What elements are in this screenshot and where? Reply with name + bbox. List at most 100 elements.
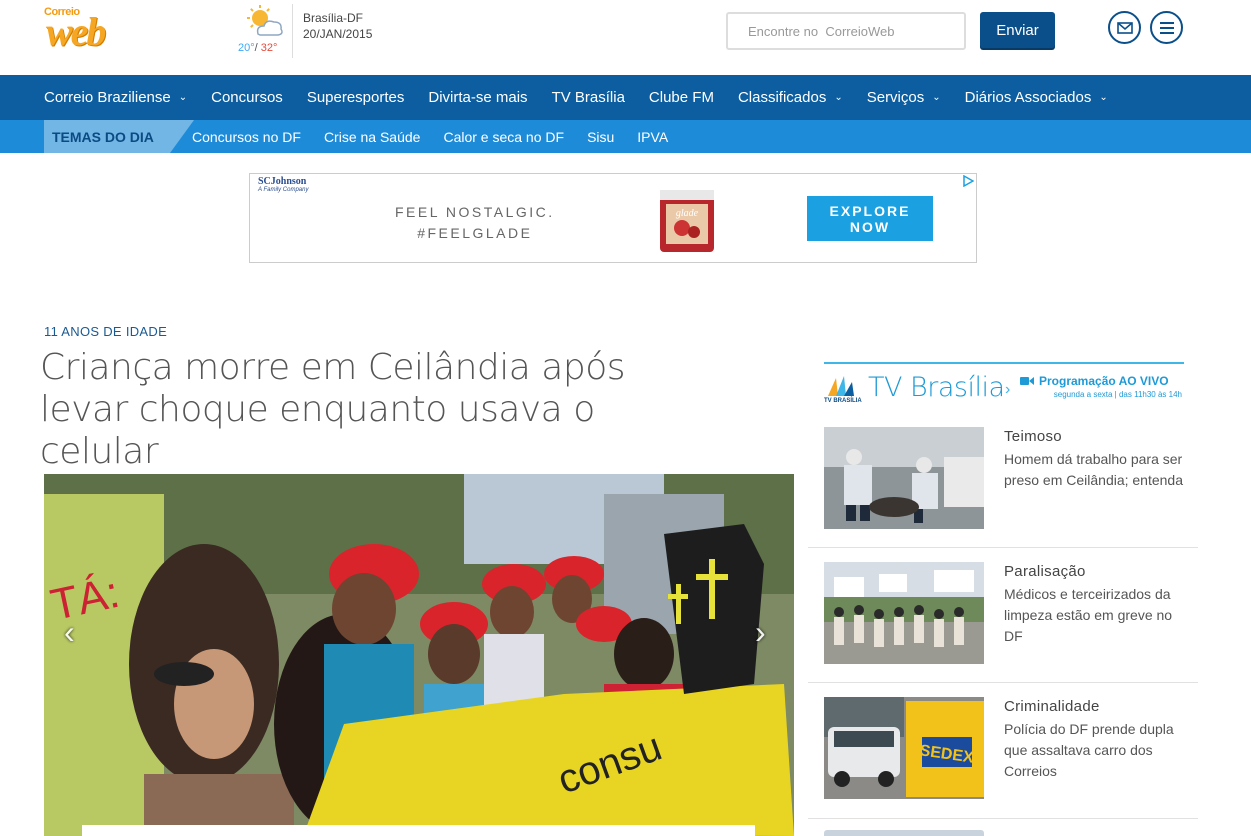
nav-item[interactable]: Clube FM [637,89,714,106]
nav-item[interactable]: Serviços ⌄ [855,89,941,106]
topics-bar: TEMAS DO DIA Concursos no DF Crise na Saú… [0,120,1251,153]
article-headline[interactable]: Criança morre em Ceilândia após levar ch… [40,347,680,473]
ad-brand-sub: A Family Company [258,187,309,193]
city-name: Brasília-DF [303,11,364,25]
adchoices-icon[interactable] [962,175,974,187]
story-thumbnail[interactable] [824,427,984,529]
story-divider [808,818,1198,819]
location-date: Brasília-DF 20/JAN/2015 [303,10,372,42]
topic-link[interactable]: IPVA [637,129,668,145]
topic-links: Concursos no DF Crise na Saúde Calor e sec… [192,120,691,153]
sedex-truck-thumbnail: SEDEX [824,697,984,799]
logo-big-text: web [46,9,106,54]
ad-brand-name: SCJohnson [258,176,307,187]
ad-explore-button[interactable]: EXPLORE NOW [807,196,933,241]
sidebar-story[interactable]: SEDEX Criminalidade Polícia do DF prende… [808,682,1198,818]
tv-brasilia-logo-icon [828,376,854,396]
send-search-button[interactable]: Enviar [980,12,1055,48]
topic-link[interactable]: Sisu [587,129,614,145]
tv-section-title[interactable]: TV Brasília [868,372,1005,403]
advertisement-banner[interactable]: SCJohnson A Family Company FEEL NOSTALGI… [249,173,977,263]
chevron-down-icon: ⌄ [1099,92,1108,103]
nav-item-label: Serviços [866,89,925,106]
main-navigation: Correio Braziliense ⌄ Concursos Superesport… [0,75,1251,120]
protest-photo-illustration: TÁ: consu [44,474,794,836]
topic-link[interactable]: Calor e seca no DF [443,129,564,145]
headline-line2: levar choque enquanto usava o celular [40,389,595,472]
nav-item-label: Classificados [737,89,827,106]
headline-line1: Criança morre em Ceilândia após [40,347,626,388]
story-title[interactable]: Homem dá trabalho para ser preso em Ceil… [1004,449,1184,491]
temperature-range: 20°/ 32° [238,42,277,54]
nav-item-label: Clube FM [648,89,714,106]
live-label-row: Programação AO VIVO [1020,374,1184,388]
story-title[interactable]: Médicos e terceirizados da limpeza estão… [1004,584,1184,647]
nav-item-label: Diários Associados [964,89,1092,106]
story-thumbnail[interactable]: SEDEX [824,697,984,799]
ad-slogan: FEEL NOSTALGIC. #FEELGLADE [395,202,555,244]
partly-cloudy-icon [247,5,283,36]
live-program-link[interactable]: Programação AO VIVO segunda a sexta | da… [1020,374,1184,399]
ad-slogan-line2: #FEELGLADE [417,225,533,241]
nav-item[interactable]: Diários Associados ⌄ [953,89,1108,106]
header: Correio web 20°/ 32° Brasília-DF 20/JAN/… [0,0,1251,75]
video-camera-icon [1020,377,1034,385]
chevron-down-icon: ⌄ [932,92,941,103]
topic-link[interactable]: Crise na Saúde [324,129,421,145]
nav-item-label: Divirta-se mais [428,89,528,106]
nav-item[interactable]: TV Brasília [540,89,625,106]
sidebar-story[interactable]: Paralisação Médicos e terceirizados da l… [808,547,1198,683]
nav-item[interactable]: Concursos [199,89,283,106]
topic-link[interactable]: Concursos no DF [192,129,301,145]
mail-icon [1116,21,1133,34]
header-divider [292,4,293,58]
story-thumbnail[interactable] [824,562,984,664]
tv-logo-label: TV BRASÍLIA [824,398,862,404]
photo-caption-box [82,825,755,836]
carousel-prev-button[interactable]: ‹ [64,614,75,651]
story-tag: Teimoso [1004,428,1062,445]
protest-thumbnail [824,562,984,664]
candle-label: glade [676,208,699,219]
candle-product-image: glade [660,190,714,252]
nav-item[interactable]: Correio Braziliense ⌄ [44,89,187,106]
police-arrest-thumbnail [824,427,984,529]
story-title[interactable]: Polícia do DF prende dupla que assaltava… [1004,719,1184,782]
ad-cta-line2: NOW [849,219,891,235]
menu-button[interactable] [1150,11,1183,44]
story-tag: Paralisação [1004,563,1086,580]
tv-section-topline [824,362,1184,364]
temp-min: 20° [238,42,255,54]
chevron-down-icon: ⌄ [834,92,843,103]
nav-item-label: Concursos [211,89,283,106]
article-kicker[interactable]: 11 ANOS DE IDADE [44,324,167,339]
live-schedule: segunda a sexta | das 11h30 às 14h [1053,390,1182,399]
search-input[interactable] [726,12,966,50]
live-label: Programação AO VIVO [1039,374,1169,388]
nav-item-label: TV Brasília [551,89,625,106]
hamburger-icon [1159,21,1174,34]
topics-label: TEMAS DO DIA [44,120,194,153]
chevron-right-icon[interactable]: › [1005,381,1010,399]
carousel-next-button[interactable]: › [755,614,766,651]
tv-brasilia-logo[interactable]: TV BRASÍLIA [824,374,862,406]
sidebar-story[interactable]: Teimoso Homem dá trabalho para ser preso… [808,412,1198,548]
ad-cta-line1: EXPLORE [829,203,911,219]
weather-widget: 20°/ 32° [236,4,294,58]
newsletter-button[interactable] [1108,11,1141,44]
current-date: 20/JAN/2015 [303,27,373,41]
nav-item[interactable]: Classificados ⌄ [726,89,843,106]
ad-brand-logo: SCJohnson A Family Company [258,176,308,193]
nav-item[interactable]: Divirta-se mais [416,89,527,106]
temp-separator: / [254,42,258,54]
nav-item-label: Superesportes [306,89,405,106]
ad-slogan-line1: FEEL NOSTALGIC. [395,204,555,220]
nav-item-label: Correio Braziliense [44,89,171,106]
story-tag: Criminalidade [1004,698,1100,715]
nav-item[interactable]: Superesportes [295,89,405,106]
temp-max: 32° [260,42,278,54]
chevron-down-icon: ⌄ [178,92,188,103]
article-photo[interactable]: TÁ: consu [44,474,794,836]
correioweb-logo[interactable]: Correio web [44,4,160,56]
story-thumbnail-partial[interactable] [824,830,984,836]
